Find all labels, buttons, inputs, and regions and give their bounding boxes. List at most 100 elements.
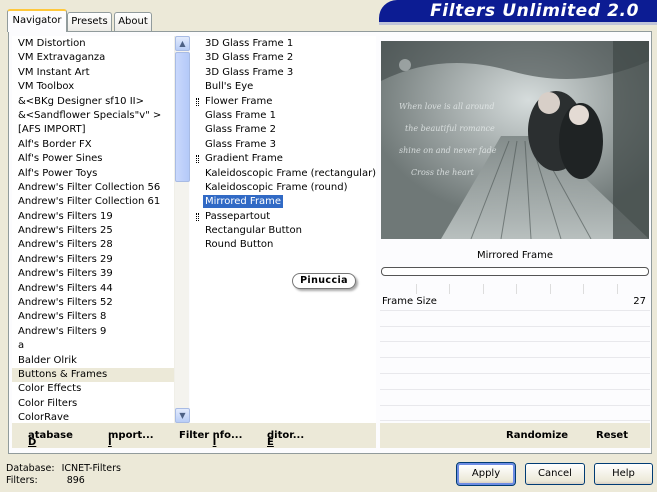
category-item[interactable]: Andrew's Filters 28 xyxy=(12,238,174,252)
category-scrollbar[interactable]: ▲ ▼ xyxy=(174,36,190,423)
filter-item-label: Glass Frame 3 xyxy=(205,138,276,150)
filter-item-label: Glass Frame 2 xyxy=(205,124,276,136)
control-empty xyxy=(380,311,650,327)
slider-ticks xyxy=(380,284,650,294)
category-item[interactable]: ColorRave xyxy=(12,411,174,423)
database-button[interactable]: Database xyxy=(28,430,73,448)
filter-item-label: Gradient Frame xyxy=(205,153,283,165)
filter-item[interactable]: 3D Glass Frame 2 xyxy=(196,51,376,65)
favorite-marker-icon xyxy=(196,212,199,221)
filter-item-label: 3D Glass Frame 2 xyxy=(205,52,294,64)
filter-item[interactable]: Mirrored Frame xyxy=(196,195,376,209)
filter-item[interactable]: 3D Glass Frame 3 xyxy=(196,66,376,80)
preview-image: When love is all around the beautiful ro… xyxy=(381,41,649,239)
control-empty xyxy=(380,327,650,343)
category-item[interactable]: &<Sandflower Specials"v" > xyxy=(12,109,174,123)
filter-item[interactable]: Flower Frame xyxy=(196,95,376,109)
tab-presets[interactable]: Presets xyxy=(67,12,112,31)
filter-item[interactable]: 3D Glass Frame 1 xyxy=(196,37,376,51)
control-frame-size[interactable]: Frame Size 27 xyxy=(380,295,650,311)
reset-button[interactable]: Reset xyxy=(596,430,628,441)
filter-item-label: Bull's Eye xyxy=(205,81,254,93)
filter-item[interactable]: Bull's Eye xyxy=(196,80,376,94)
category-item[interactable]: Alf's Power Sines xyxy=(12,152,174,166)
control-empty xyxy=(380,342,650,359)
control-button-bar: Randomize Reset xyxy=(380,423,650,448)
category-item[interactable]: Andrew's Filters 39 xyxy=(12,267,174,281)
category-item[interactable]: Andrew's Filters 25 xyxy=(12,224,174,238)
status-filters-value: 896 xyxy=(66,475,85,486)
category-item[interactable]: Alf's Power Toys xyxy=(12,167,174,181)
filter-item-label: Round Button xyxy=(205,239,274,251)
category-item[interactable]: VM Toolbox xyxy=(12,80,174,94)
category-list[interactable]: VM Distortion VM Extravaganza VM Instant A… xyxy=(12,36,174,423)
category-item[interactable]: Color Filters xyxy=(12,397,174,411)
filter-item[interactable]: Rectangular Button xyxy=(196,224,376,238)
category-item[interactable]: Andrew's Filter Collection 61 xyxy=(12,195,174,209)
randomize-button[interactable]: Randomize xyxy=(506,430,568,441)
filter-item[interactable]: Kaleidoscopic Frame (round) xyxy=(196,181,376,195)
watermark-logo: Pinuccia xyxy=(292,273,356,289)
navigator-button-bar: Database Import... Filter Info... Editor… xyxy=(12,423,376,448)
progress-bar xyxy=(381,267,649,276)
filter-item-label: 3D Glass Frame 3 xyxy=(205,66,294,78)
category-item[interactable]: VM Instant Art xyxy=(12,66,174,80)
apply-button[interactable]: Apply xyxy=(456,462,516,486)
help-button[interactable]: Help xyxy=(594,463,653,485)
scroll-up-icon[interactable]: ▲ xyxy=(175,36,190,51)
category-item[interactable]: Andrew's Filters 52 xyxy=(12,296,174,310)
category-item[interactable]: a xyxy=(12,339,174,353)
category-item[interactable]: VM Distortion xyxy=(12,37,174,51)
status-filters: Filters: 896 xyxy=(6,475,85,486)
filter-item[interactable]: Gradient Frame xyxy=(196,152,376,166)
category-item[interactable]: VM Extravaganza xyxy=(12,51,174,65)
category-item[interactable]: Buttons & Frames xyxy=(12,367,174,383)
status-filters-label: Filters: xyxy=(6,475,38,486)
scroll-thumb[interactable] xyxy=(175,52,190,182)
category-item[interactable]: Alf's Border FX xyxy=(12,138,174,152)
category-item[interactable]: Andrew's Filters 8 xyxy=(12,310,174,324)
filter-item-label: Kaleidoscopic Frame (rectangular) xyxy=(205,167,377,179)
filter-item[interactable]: Glass Frame 2 xyxy=(196,123,376,137)
category-item[interactable]: Andrew's Filters 44 xyxy=(12,282,174,296)
category-item[interactable]: Color Effects xyxy=(12,382,174,396)
control-empty xyxy=(380,358,650,374)
control-label: Frame Size xyxy=(382,296,437,307)
category-item[interactable]: [AFS IMPORT] xyxy=(12,123,174,137)
preview-script-line: the beautiful romance xyxy=(405,124,495,133)
title-banner: Filters Unlimited 2.0 xyxy=(379,0,657,25)
selected-filter-name: Mirrored Frame xyxy=(476,250,554,261)
filter-item[interactable]: Glass Frame 3 xyxy=(196,138,376,152)
control-empty xyxy=(380,390,650,406)
filter-item[interactable]: Passepartout xyxy=(196,210,376,224)
control-empty xyxy=(380,406,650,422)
filter-item-label: Kaleidoscopic Frame (round) xyxy=(205,181,348,193)
import-button[interactable]: Import... xyxy=(108,430,154,448)
filter-item[interactable]: Glass Frame 1 xyxy=(196,109,376,123)
category-item[interactable]: Balder Olrik xyxy=(12,354,174,368)
preview-script-line: When love is all around xyxy=(399,102,494,111)
filter-list[interactable]: 3D Glass Frame 1 3D Glass Frame 2 3D Glass… xyxy=(190,36,376,423)
filter-item-label: 3D Glass Frame 1 xyxy=(205,38,294,49)
favorite-marker-icon xyxy=(196,97,199,106)
category-item[interactable]: Andrew's Filters 29 xyxy=(12,253,174,267)
preview-script-line: Cross the heart xyxy=(411,168,475,177)
editor-button[interactable]: Editor... xyxy=(267,430,304,448)
preview-script-line: shine on and never fade xyxy=(399,146,497,155)
filter-item[interactable]: Round Button xyxy=(196,238,376,252)
filter-item-label: Glass Frame 1 xyxy=(205,109,276,121)
tab-about[interactable]: About xyxy=(114,12,152,31)
control-empty xyxy=(380,374,650,390)
category-item[interactable]: &<BKg Designer sf10 II> xyxy=(12,95,174,109)
tab-navigator[interactable]: Navigator xyxy=(7,9,67,32)
category-item[interactable]: Andrew's Filters 9 xyxy=(12,325,174,339)
filter-info-button[interactable]: Filter Info... xyxy=(179,430,242,448)
filter-item-label: Rectangular Button xyxy=(205,225,302,237)
scroll-down-icon[interactable]: ▼ xyxy=(175,408,190,423)
category-item[interactable]: Andrew's Filters 19 xyxy=(12,210,174,224)
cancel-button[interactable]: Cancel xyxy=(525,463,585,485)
controls-panel: Frame Size 27 xyxy=(380,295,650,422)
category-item[interactable]: Andrew's Filter Collection 56 xyxy=(12,181,174,195)
filter-item[interactable]: Kaleidoscopic Frame (rectangular) xyxy=(196,167,376,181)
filter-item-label: Mirrored Frame xyxy=(203,195,284,209)
